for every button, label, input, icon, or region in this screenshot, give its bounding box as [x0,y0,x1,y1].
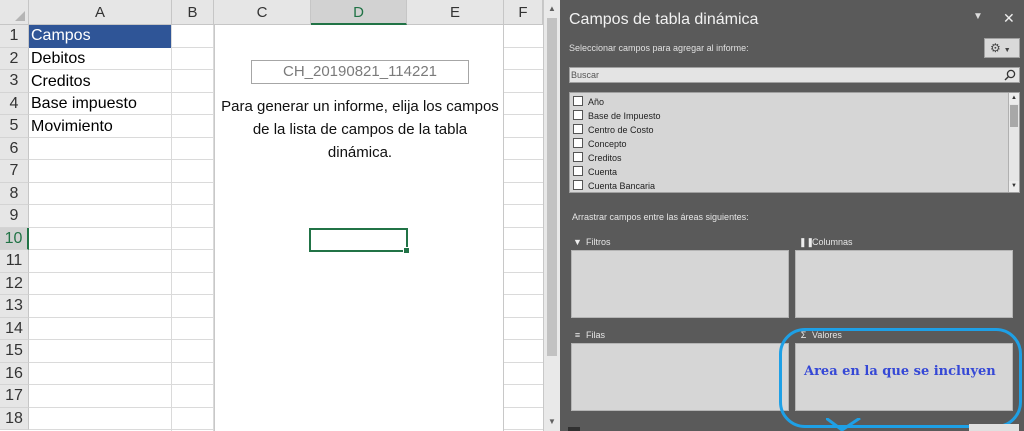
pane-title: Campos de tabla dinámica [569,11,759,28]
checkbox[interactable] [573,152,583,162]
field-item[interactable]: Año [573,96,604,110]
pane-bottom-edge [568,427,580,431]
gear-icon: ⚙ [990,41,1001,55]
row-header-18[interactable]: 18 [0,407,29,430]
checkbox[interactable] [573,166,583,176]
field-list-scrollbar[interactable]: ▲ ▼ [1008,93,1019,192]
field-item[interactable]: Concepto [573,138,627,152]
pane-instruction: Seleccionar campos para agregar al infor… [569,43,749,53]
row-header-12[interactable]: 12 [0,272,29,295]
field-item[interactable]: Cuenta Bancaria [573,180,655,192]
search-box[interactable] [569,67,1020,83]
drag-instruction: Arrastrar campos entre las áreas siguien… [572,212,749,222]
gridline-vertical [171,25,172,431]
row-header-6[interactable]: 6 [0,137,29,160]
cell-a2[interactable]: Debitos [31,48,85,70]
columns-label: ❚❚Columnas [799,237,853,247]
checkbox[interactable] [573,110,583,120]
field-item[interactable]: Cuenta [573,166,617,180]
field-item[interactable]: Centro de Costo [573,124,654,138]
column-header-f[interactable]: F [504,0,543,25]
field-item[interactable]: Creditos [573,152,622,166]
dropdown-caret-icon[interactable]: ▼ [973,11,983,22]
row-header-4[interactable]: 4 [0,92,29,115]
column-header-b[interactable]: B [172,0,214,25]
cell-a4[interactable]: Base impuesto [31,93,137,115]
column-header-a[interactable]: A [29,0,172,25]
row-header-9[interactable]: 9 [0,205,29,228]
rows-icon: ≡ [574,330,581,340]
columns-area[interactable] [795,250,1013,318]
column-header-e[interactable]: E [407,0,504,25]
callout-tail [826,418,861,431]
cell-a1-selected[interactable]: Campos [29,25,171,48]
row-header-7[interactable]: 7 [0,160,29,183]
row-header-1[interactable]: 1 [0,25,29,48]
scroll-up-arrow-icon[interactable]: ▲ [1009,93,1019,104]
field-item[interactable]: Base de Impuesto [573,110,661,124]
close-icon[interactable]: ✕ [1003,10,1015,27]
filters-area[interactable] [571,250,789,318]
cell-a1-text: Campos [31,27,91,44]
defer-update-button[interactable] [969,424,1019,431]
checkbox[interactable] [573,180,583,190]
scrollbar-thumb[interactable] [547,18,557,356]
column-header-c[interactable]: C [214,0,311,25]
row-header-8[interactable]: 8 [0,182,29,205]
row-header-14[interactable]: 14 [0,317,29,340]
field-list[interactable]: Año Base de Impuesto Centro de Costo Con… [569,92,1020,193]
cell-a3[interactable]: Creditos [31,71,91,93]
search-icon[interactable] [1004,69,1016,81]
annotation-text: Area en la que se incluyen [804,364,996,379]
spreadsheet-grid[interactable]: A B C D E F 1 2 3 4 5 6 7 8 9 10 11 12 13 14 15 16 17 18 … [0,0,543,431]
row-header-17[interactable]: 17 [0,385,29,408]
filters-label: ▼ Filtros [573,237,611,247]
row-header-13[interactable]: 13 [0,295,29,318]
rows-area[interactable] [571,343,789,411]
scroll-down-arrow-icon[interactable]: ▼ [544,414,560,430]
rows-label: ≡ Filas [574,330,606,340]
pivot-table-message: Para generar un informe, elija los campo… [221,98,499,161]
row-header-2[interactable]: 2 [0,47,29,70]
scrollbar-thumb[interactable] [1010,105,1018,127]
row-header-16[interactable]: 16 [0,362,29,385]
tools-button[interactable]: ⚙ ▼ [984,38,1020,58]
cell-a5[interactable]: Movimiento [31,116,113,138]
columns-icon: ❚❚ [799,237,815,247]
active-cell-d10[interactable] [309,228,410,254]
checkbox[interactable] [573,138,583,148]
sheet-vertical-scrollbar[interactable]: ▲ ▼ [543,0,560,431]
filter-icon: ▼ [573,237,582,247]
column-header-d[interactable]: D [311,0,407,25]
checkbox[interactable] [573,124,583,134]
chevron-down-icon: ▼ [1003,47,1011,54]
row-header-11[interactable]: 11 [0,250,29,273]
search-input[interactable] [570,68,990,82]
row-header-3[interactable]: 3 [0,70,29,93]
scroll-down-arrow-icon[interactable]: ▼ [1009,181,1019,192]
select-all-corner[interactable] [0,0,29,25]
pivot-table-name: CH_20190821_114221 [251,60,469,84]
row-header-15[interactable]: 15 [0,340,29,363]
row-header-5[interactable]: 5 [0,115,29,138]
checkbox[interactable] [573,96,583,106]
scroll-up-arrow-icon[interactable]: ▲ [544,1,560,17]
row-header-10[interactable]: 10 [0,227,29,250]
